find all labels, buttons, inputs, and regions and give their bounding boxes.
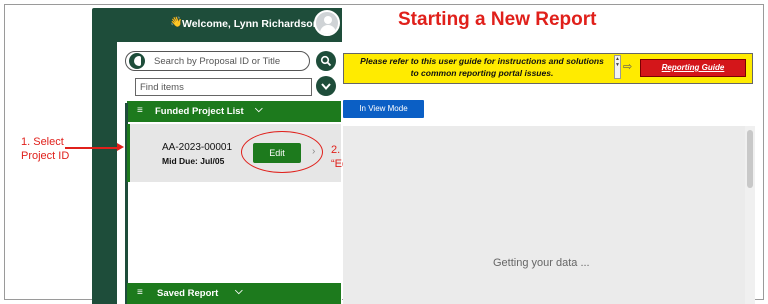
- hamburger-menu-icon: ≡: [137, 287, 143, 298]
- funded-project-list-label: Funded Project List: [155, 106, 244, 117]
- annotation-arrow-line: [65, 147, 119, 149]
- view-mode-button[interactable]: In View Mode: [343, 100, 424, 118]
- loading-status-text: Getting your data ...: [493, 257, 590, 269]
- avatar-head-shape: [324, 16, 332, 24]
- waving-hand-icon: 👋: [170, 17, 183, 28]
- avatar[interactable]: [314, 10, 340, 36]
- user-guide-banner-text: Please refer to this user guide for inst…: [347, 55, 617, 79]
- annotation-step1-line1: 1. Select: [21, 136, 64, 148]
- annotation-edit-highlight: [241, 131, 323, 173]
- saved-report-label: Saved Report: [157, 288, 219, 299]
- spartan-logo-icon: [129, 53, 145, 69]
- page-title: Starting a New Report: [398, 9, 597, 30]
- search-icon: [320, 55, 332, 67]
- chevron-down-icon: ⌵: [235, 286, 243, 297]
- find-items-placeholder: Find items: [140, 82, 184, 93]
- project-id[interactable]: AA-2023-00001: [162, 142, 232, 153]
- banner-scrollbar[interactable]: ▲ ▼: [614, 55, 621, 79]
- find-dropdown-button[interactable]: [316, 76, 336, 96]
- chevron-down-icon: ⌵: [255, 104, 263, 115]
- search-placeholder: Search by Proposal ID or Title: [154, 56, 281, 67]
- arrow-right-icon: ⇨: [623, 61, 633, 73]
- project-due-date: Mid Due: Jul/05: [162, 156, 225, 166]
- reporting-guide-button[interactable]: Reporting Guide: [640, 59, 746, 77]
- chevron-down-icon: [321, 83, 331, 91]
- scrollbar-thumb[interactable]: [747, 130, 753, 188]
- search-button[interactable]: [316, 51, 336, 71]
- banner-line-2: to common reporting portal issues.: [410, 68, 554, 78]
- saved-report-header[interactable]: ≡ Saved Report ⌵: [127, 283, 341, 304]
- welcome-text: Welcome, Lynn Richardson: [182, 18, 320, 30]
- hamburger-menu-icon: ≡: [137, 105, 143, 116]
- banner-line-1: Please refer to this user guide for inst…: [360, 56, 604, 66]
- funded-project-list-header[interactable]: ≡ Funded Project List ⌵: [127, 101, 341, 122]
- annotation-step1-line2: Project ID: [21, 150, 70, 162]
- annotation-arrow-head: [117, 143, 124, 151]
- report-content-area: [343, 126, 755, 304]
